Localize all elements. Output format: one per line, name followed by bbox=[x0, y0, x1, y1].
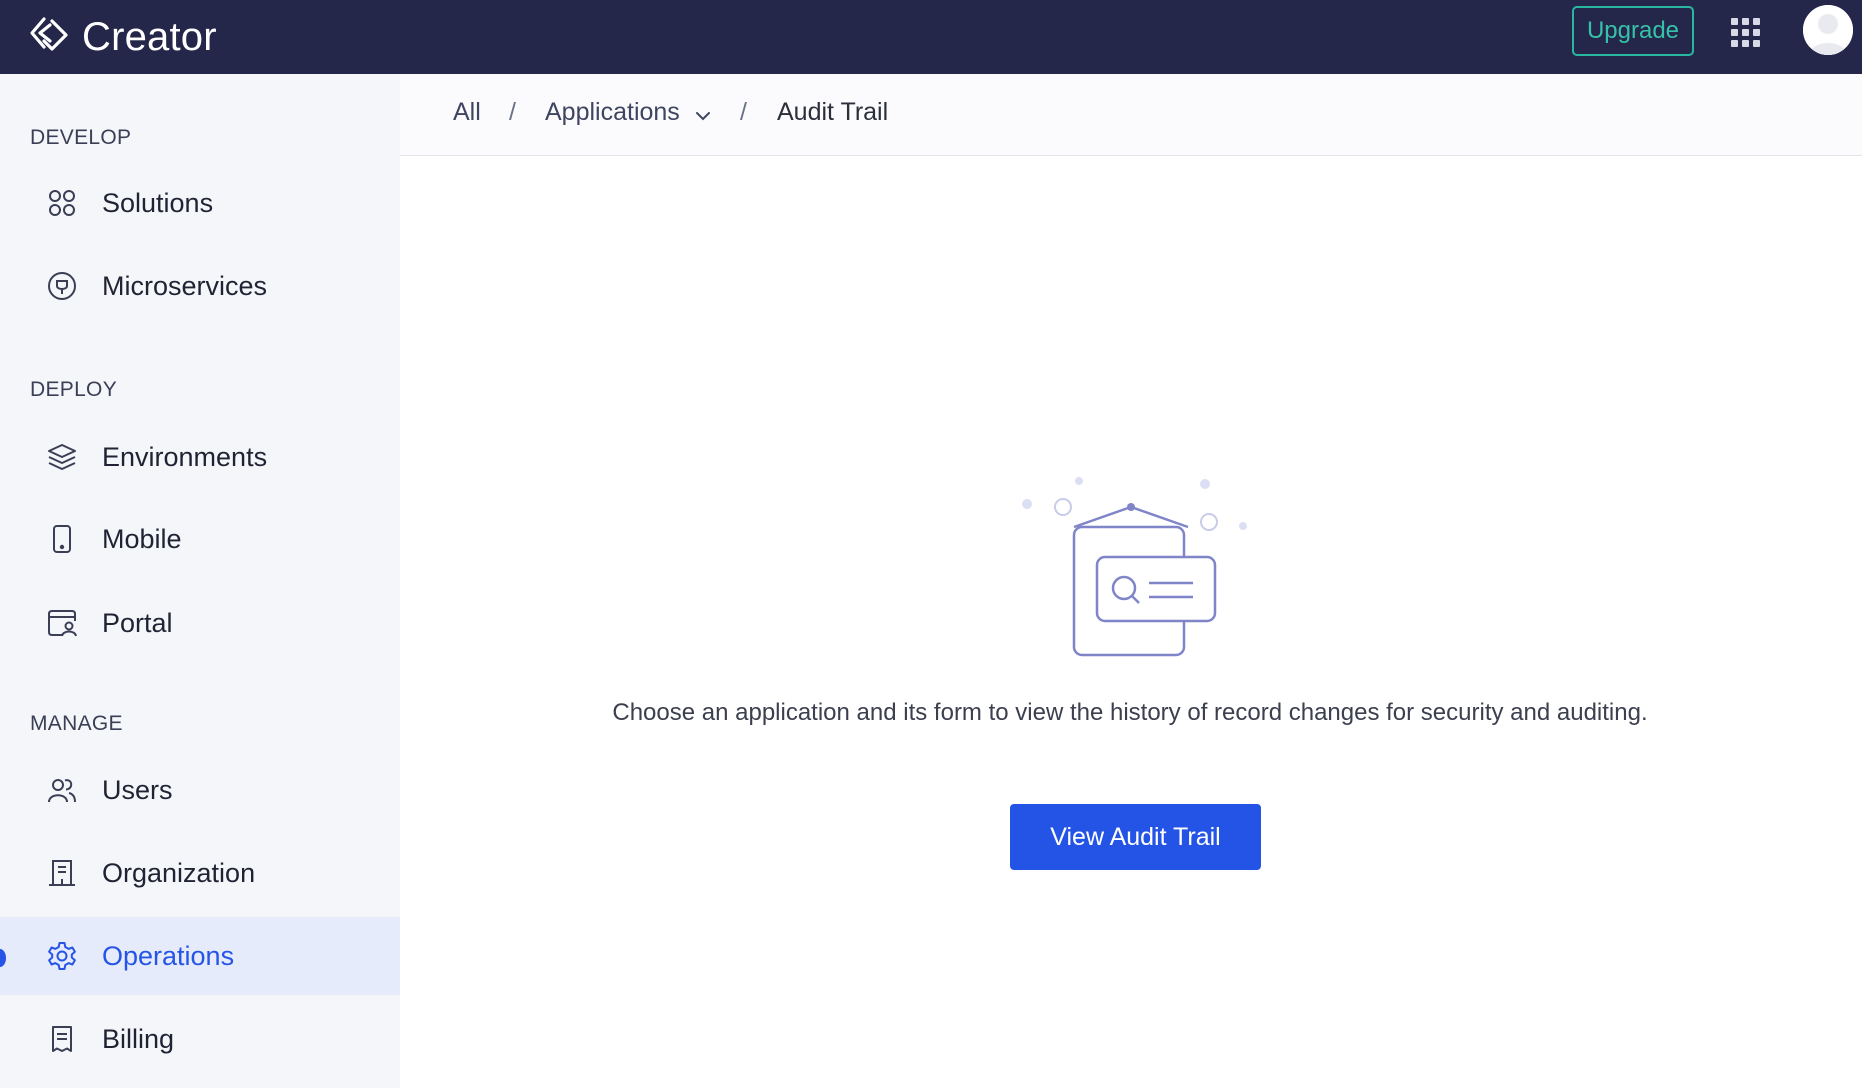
sidebar-item-label: Operations bbox=[102, 940, 235, 971]
top-bar: Creator Upgrade bbox=[0, 0, 1862, 74]
section-title-manage: MANAGE bbox=[30, 712, 123, 735]
breadcrumb-all[interactable]: All bbox=[453, 98, 481, 127]
users-icon bbox=[46, 774, 78, 806]
sidebar-item-label: Organization bbox=[102, 857, 256, 888]
breadcrumb-applications[interactable]: Applications bbox=[545, 98, 711, 128]
sidebar-item-operations[interactable]: Operations bbox=[0, 917, 400, 995]
upgrade-button[interactable]: Upgrade bbox=[1572, 6, 1694, 56]
sidebar-item-solutions[interactable]: Solutions bbox=[0, 164, 400, 242]
creator-logo-icon bbox=[28, 13, 72, 62]
section-title-deploy: DEPLOY bbox=[30, 378, 117, 401]
sidebar-item-users[interactable]: Users bbox=[0, 751, 400, 829]
gear-icon bbox=[46, 940, 78, 972]
main-content: Choose an application and its form to vi… bbox=[400, 157, 1862, 1088]
sidebar-item-label: Portal bbox=[102, 607, 173, 638]
active-indicator bbox=[0, 949, 6, 967]
chevron-down-icon bbox=[695, 99, 711, 128]
sidebar: DEVELOP Solutions Microservices DEPLOY E… bbox=[0, 74, 400, 1088]
sidebar-item-label: Solutions bbox=[102, 187, 214, 218]
sidebar-item-label: Mobile bbox=[102, 523, 182, 554]
sidebar-item-label: Microservices bbox=[102, 270, 268, 301]
sidebar-item-label: Users bbox=[102, 774, 173, 805]
app-title: Creator bbox=[82, 14, 217, 59]
building-icon bbox=[46, 857, 78, 889]
breadcrumb-applications-label: Applications bbox=[545, 98, 680, 126]
mobile-icon bbox=[46, 523, 78, 555]
app-logo[interactable]: Creator bbox=[28, 12, 217, 62]
empty-state-description: Choose an application and its form to vi… bbox=[612, 699, 1648, 726]
breadcrumb-separator: / bbox=[509, 98, 516, 126]
audit-card-illustration-icon bbox=[1015, 469, 1255, 669]
grid-apps-icon[interactable] bbox=[1731, 18, 1761, 48]
breadcrumb-separator: / bbox=[740, 98, 747, 126]
sidebar-item-label: Billing bbox=[102, 1023, 175, 1054]
sidebar-item-microservices[interactable]: Microservices bbox=[0, 247, 400, 325]
portal-icon bbox=[46, 607, 78, 639]
microservices-icon bbox=[46, 270, 78, 302]
sidebar-item-mobile[interactable]: Mobile bbox=[0, 500, 400, 578]
sidebar-item-organization[interactable]: Organization bbox=[0, 834, 400, 912]
solutions-icon bbox=[46, 187, 78, 219]
breadcrumb: All / Applications / Audit Trail bbox=[400, 74, 1862, 156]
sidebar-item-label: Environments bbox=[102, 441, 268, 472]
sidebar-item-portal[interactable]: Portal bbox=[0, 584, 400, 662]
section-title-develop: DEVELOP bbox=[30, 126, 132, 149]
sidebar-item-billing[interactable]: Billing bbox=[0, 1000, 400, 1078]
sidebar-item-environments[interactable]: Environments bbox=[0, 418, 400, 496]
receipt-icon bbox=[46, 1023, 78, 1055]
avatar[interactable] bbox=[1803, 5, 1853, 55]
layers-icon bbox=[46, 441, 78, 473]
view-audit-trail-button[interactable]: View Audit Trail bbox=[1010, 804, 1261, 870]
breadcrumb-current: Audit Trail bbox=[777, 98, 889, 126]
user-avatar-icon bbox=[1803, 5, 1853, 55]
